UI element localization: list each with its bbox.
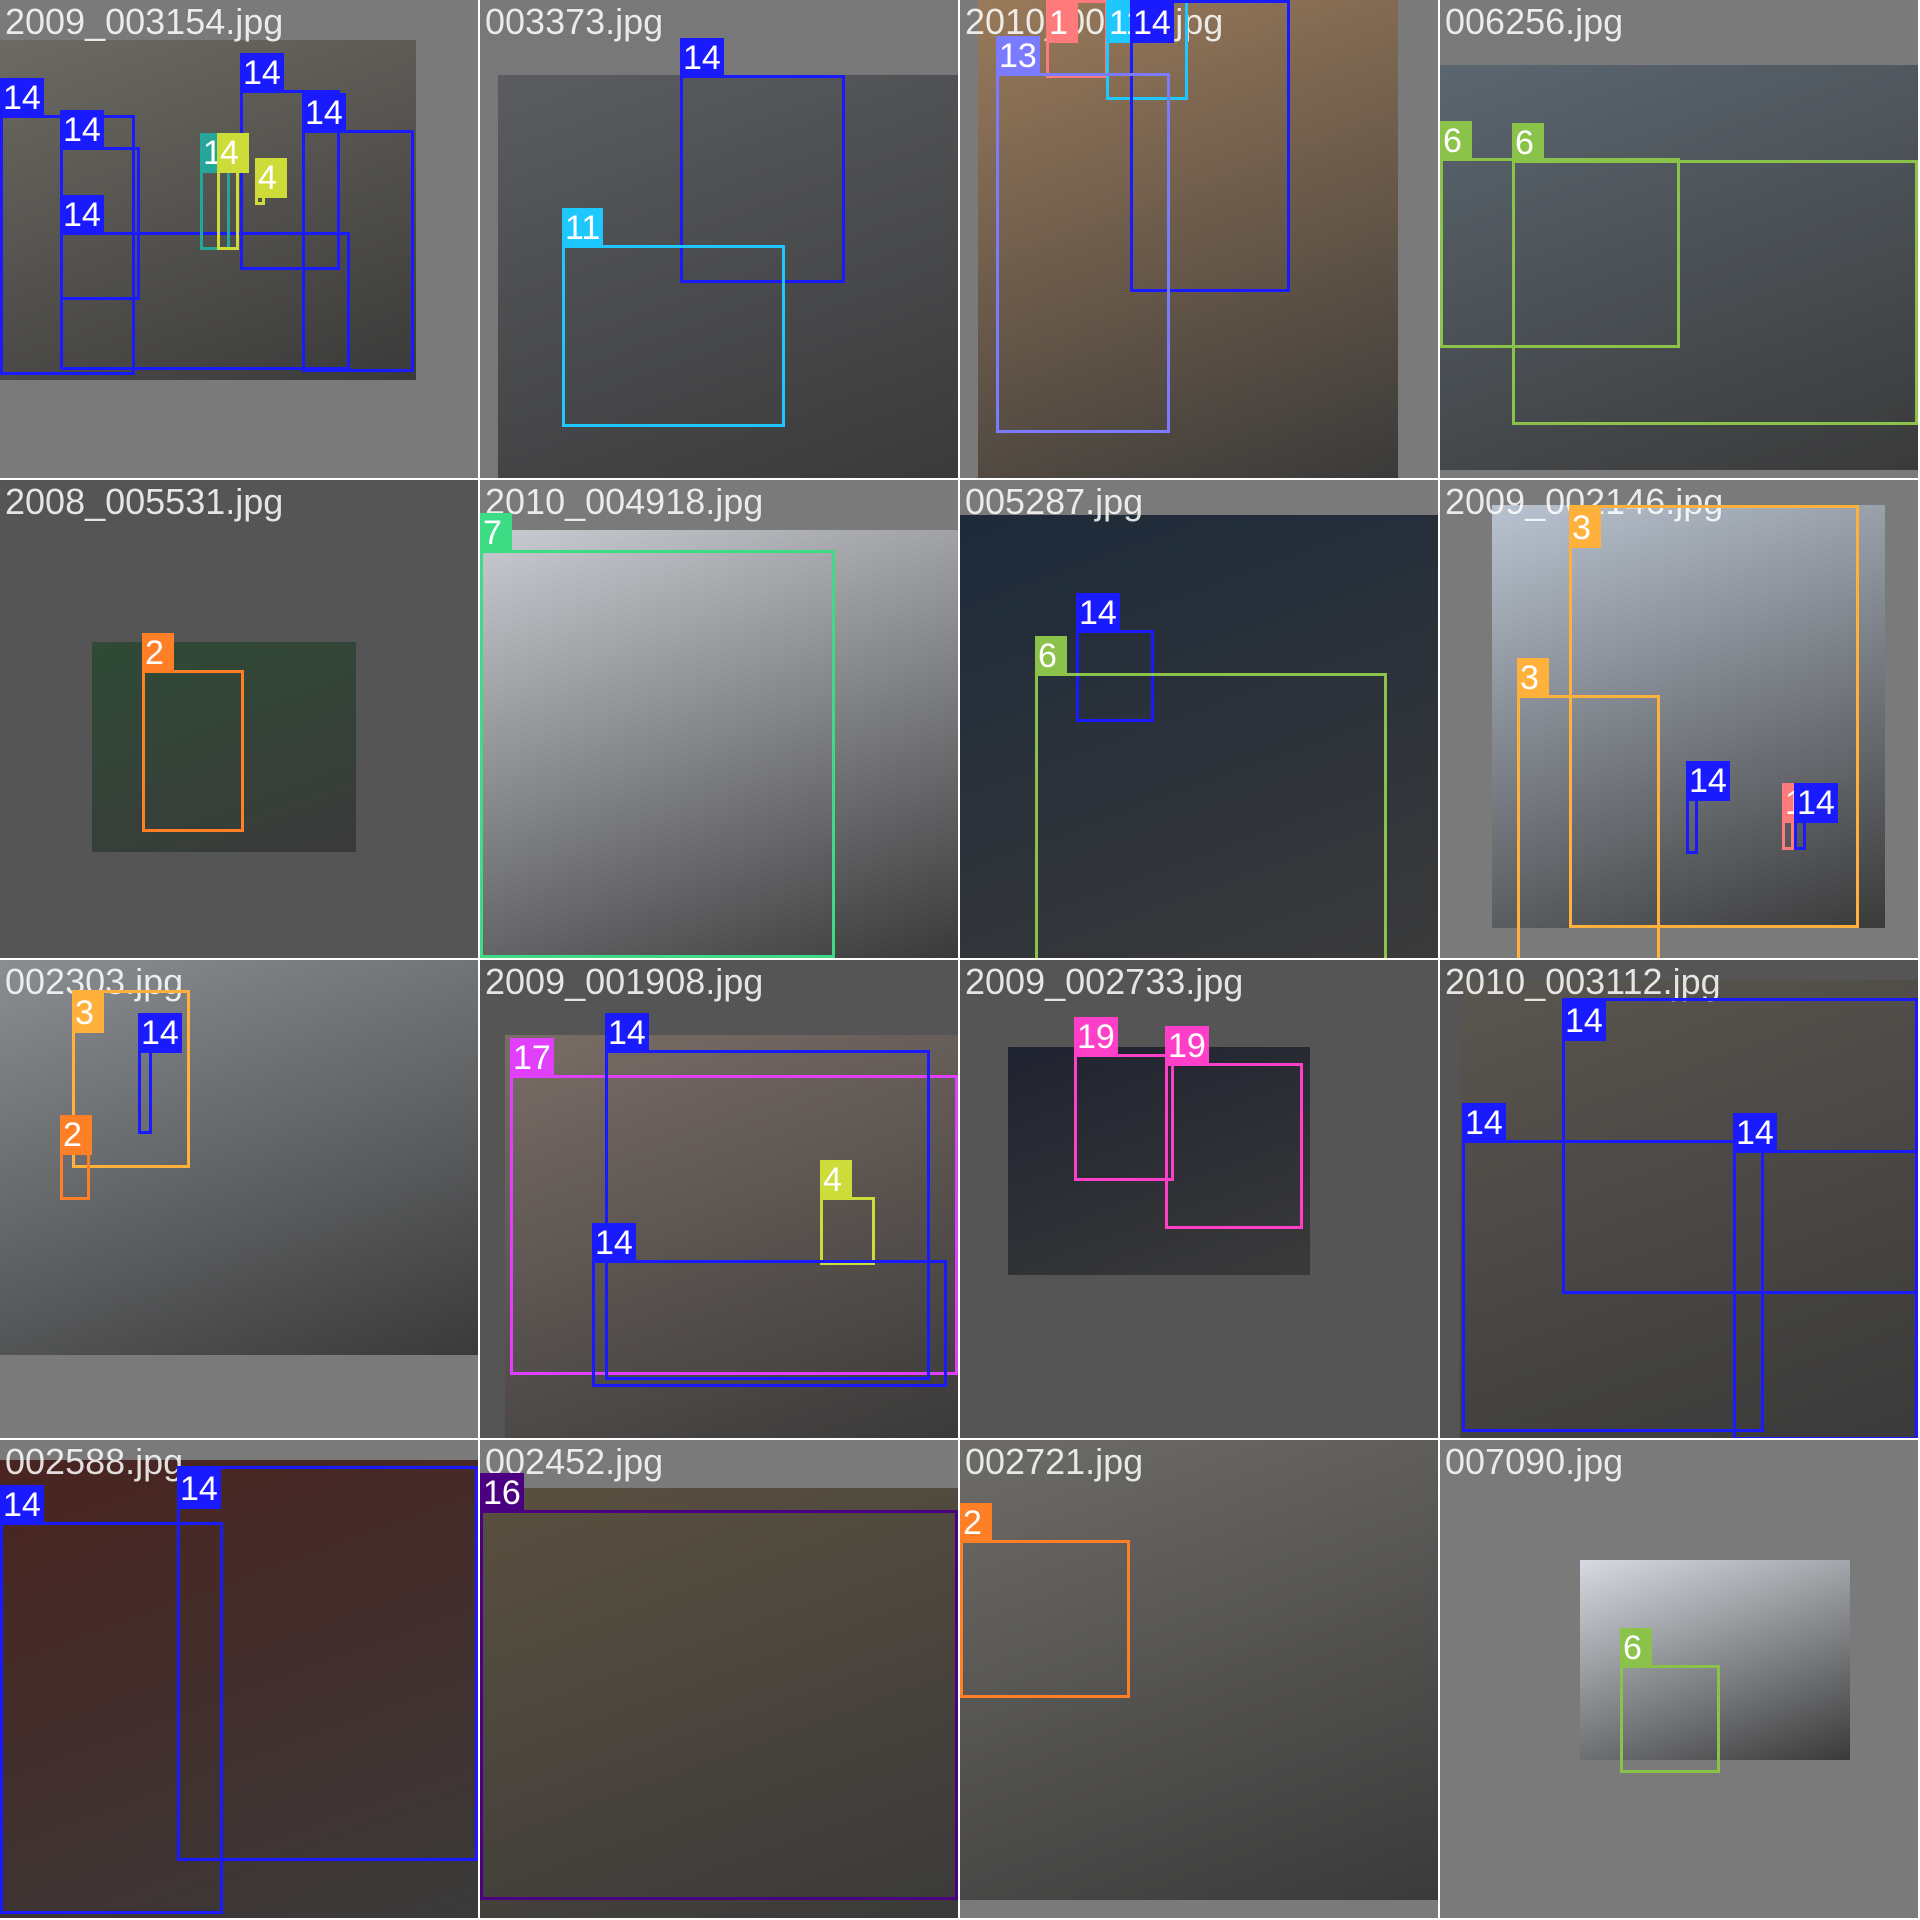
- class-label: 14: [680, 38, 724, 78]
- bounding-box: 3: [1517, 658, 1660, 958]
- class-label: 6: [1620, 1628, 1652, 1668]
- class-label: 14: [138, 1013, 182, 1053]
- class-label: 4: [217, 133, 249, 173]
- image-tile: 2009_001908.jpg 17 14 4 14: [480, 960, 958, 1438]
- class-label: 14: [1686, 761, 1730, 801]
- class-label: 1: [1046, 3, 1078, 43]
- image-tile: 2010_004918.jpg 7: [480, 480, 958, 958]
- class-label: 14: [60, 195, 104, 235]
- class-label: 4: [255, 158, 287, 198]
- class-label: 14: [177, 1469, 221, 1509]
- class-label: 14: [1130, 3, 1174, 43]
- image-filename: 2008_005531.jpg: [5, 481, 284, 522]
- bounding-box: 14: [1686, 761, 1730, 854]
- detection-mosaic: 2009_003154.jpg14141414141044003373.jpg1…: [0, 0, 1920, 1920]
- image-filename: 007090.jpg: [1445, 1441, 1624, 1482]
- image-tile: 003373.jpg 14 11: [480, 0, 958, 478]
- class-label: 14: [1733, 1113, 1777, 1153]
- image-tile: 005287.jpg 14 6: [960, 480, 1438, 958]
- bounding-box: 1: [1782, 783, 1814, 850]
- image-filename: 2009_001908.jpg: [485, 961, 764, 1002]
- class-label: 2: [960, 1503, 992, 1543]
- bounding-box: 4: [820, 1160, 875, 1265]
- image-tile: 002303.jpg 3 14 2: [0, 960, 478, 1438]
- image-filename: 2010_004918.jpg: [485, 481, 764, 522]
- class-label: 6: [1035, 636, 1067, 676]
- bounding-box: 6: [1620, 1628, 1720, 1773]
- bounding-box: 6: [1512, 123, 1918, 425]
- image-tile: 002452.jpg 16: [480, 1440, 958, 1918]
- image-tile: 2010_003112.jpg 14 14 14: [1440, 960, 1918, 1438]
- bounding-box: 14: [1462, 1103, 1764, 1432]
- image-filename: 003373.jpg: [485, 1, 664, 42]
- class-label: 11: [562, 208, 604, 248]
- bounding-box: 14: [138, 1013, 182, 1134]
- image-filename: 002721.jpg: [965, 1441, 1144, 1482]
- image-filename: 2009_002733.jpg: [965, 961, 1244, 1002]
- class-label: 14: [0, 78, 44, 118]
- bounding-box: 2: [960, 1503, 1130, 1698]
- image-tile: 2010_00145.jpg 1 11 14 13: [960, 0, 1438, 478]
- image-tile: 2008_005531.jpg 2: [0, 480, 478, 958]
- bounding-box: 2: [60, 1115, 92, 1200]
- class-label: 6: [1512, 123, 1544, 163]
- image-filename: 005287.jpg: [965, 481, 1144, 522]
- class-label: 3: [72, 993, 104, 1033]
- image-filename: 2009_003154.jpg: [5, 1, 284, 42]
- class-label: 2: [142, 633, 174, 673]
- class-label: 6: [1440, 121, 1472, 161]
- bounding-box: 19: [1165, 1026, 1303, 1229]
- class-label: 13: [996, 36, 1040, 76]
- class-label: 3: [1517, 658, 1549, 698]
- class-label: 14: [1462, 1103, 1506, 1143]
- class-label: 14: [592, 1223, 636, 1263]
- bounding-box: 14: [177, 1466, 478, 1861]
- image-filename: 2010_003112.jpg: [1445, 961, 1721, 1002]
- bounding-box: 16: [480, 1473, 958, 1900]
- bounding-box: 4: [255, 158, 287, 205]
- bounding-box: 14: [1733, 1113, 1918, 1438]
- class-label: 19: [1165, 1026, 1209, 1066]
- image-tile: 2009_003154.jpg14141414141044: [0, 0, 478, 478]
- class-label: 14: [302, 93, 346, 133]
- bounding-box: 2: [142, 633, 244, 832]
- image-filename: 002588.jpg: [5, 1441, 184, 1482]
- class-label: 14: [1076, 593, 1120, 633]
- bounding-box: 13: [996, 36, 1170, 433]
- image-filename: 006256.jpg: [1445, 1, 1624, 42]
- bounding-box: 7: [480, 513, 835, 958]
- class-label: 19: [1074, 1017, 1118, 1057]
- image-tile: 2009_002146.jpg3314114: [1440, 480, 1918, 958]
- class-label: 14: [1562, 1001, 1606, 1041]
- class-label: 14: [0, 1485, 44, 1525]
- bounding-box: 1: [1046, 0, 1108, 78]
- class-label: 4: [820, 1160, 852, 1200]
- class-label: 2: [60, 1115, 92, 1155]
- bounding-box: 4: [217, 133, 249, 250]
- image-tile: 002588.jpg 14 14: [0, 1440, 478, 1918]
- image-tile: 007090.jpg 6: [1440, 1440, 1918, 1918]
- class-label: 3: [1569, 508, 1601, 548]
- bounding-box: 11: [562, 208, 785, 427]
- bounding-box: 14: [592, 1223, 947, 1387]
- image-tile: 002721.jpg 2: [960, 1440, 1438, 1918]
- class-label: 14: [1794, 783, 1838, 823]
- class-label: 16: [480, 1473, 524, 1513]
- class-label: 17: [510, 1038, 554, 1078]
- bounding-box: 14: [1794, 783, 1838, 850]
- image-tile: 2009_002733.jpg 19 19: [960, 960, 1438, 1438]
- bounding-box: 6: [1035, 636, 1387, 958]
- class-label: 14: [605, 1013, 649, 1053]
- class-label: 7: [480, 513, 512, 553]
- class-label: 14: [240, 53, 284, 93]
- class-label: 14: [60, 110, 104, 150]
- bounding-box: 14: [60, 195, 350, 370]
- image-tile: 006256.jpg 6 6: [1440, 0, 1918, 478]
- bounding-box: 19: [1074, 1017, 1174, 1181]
